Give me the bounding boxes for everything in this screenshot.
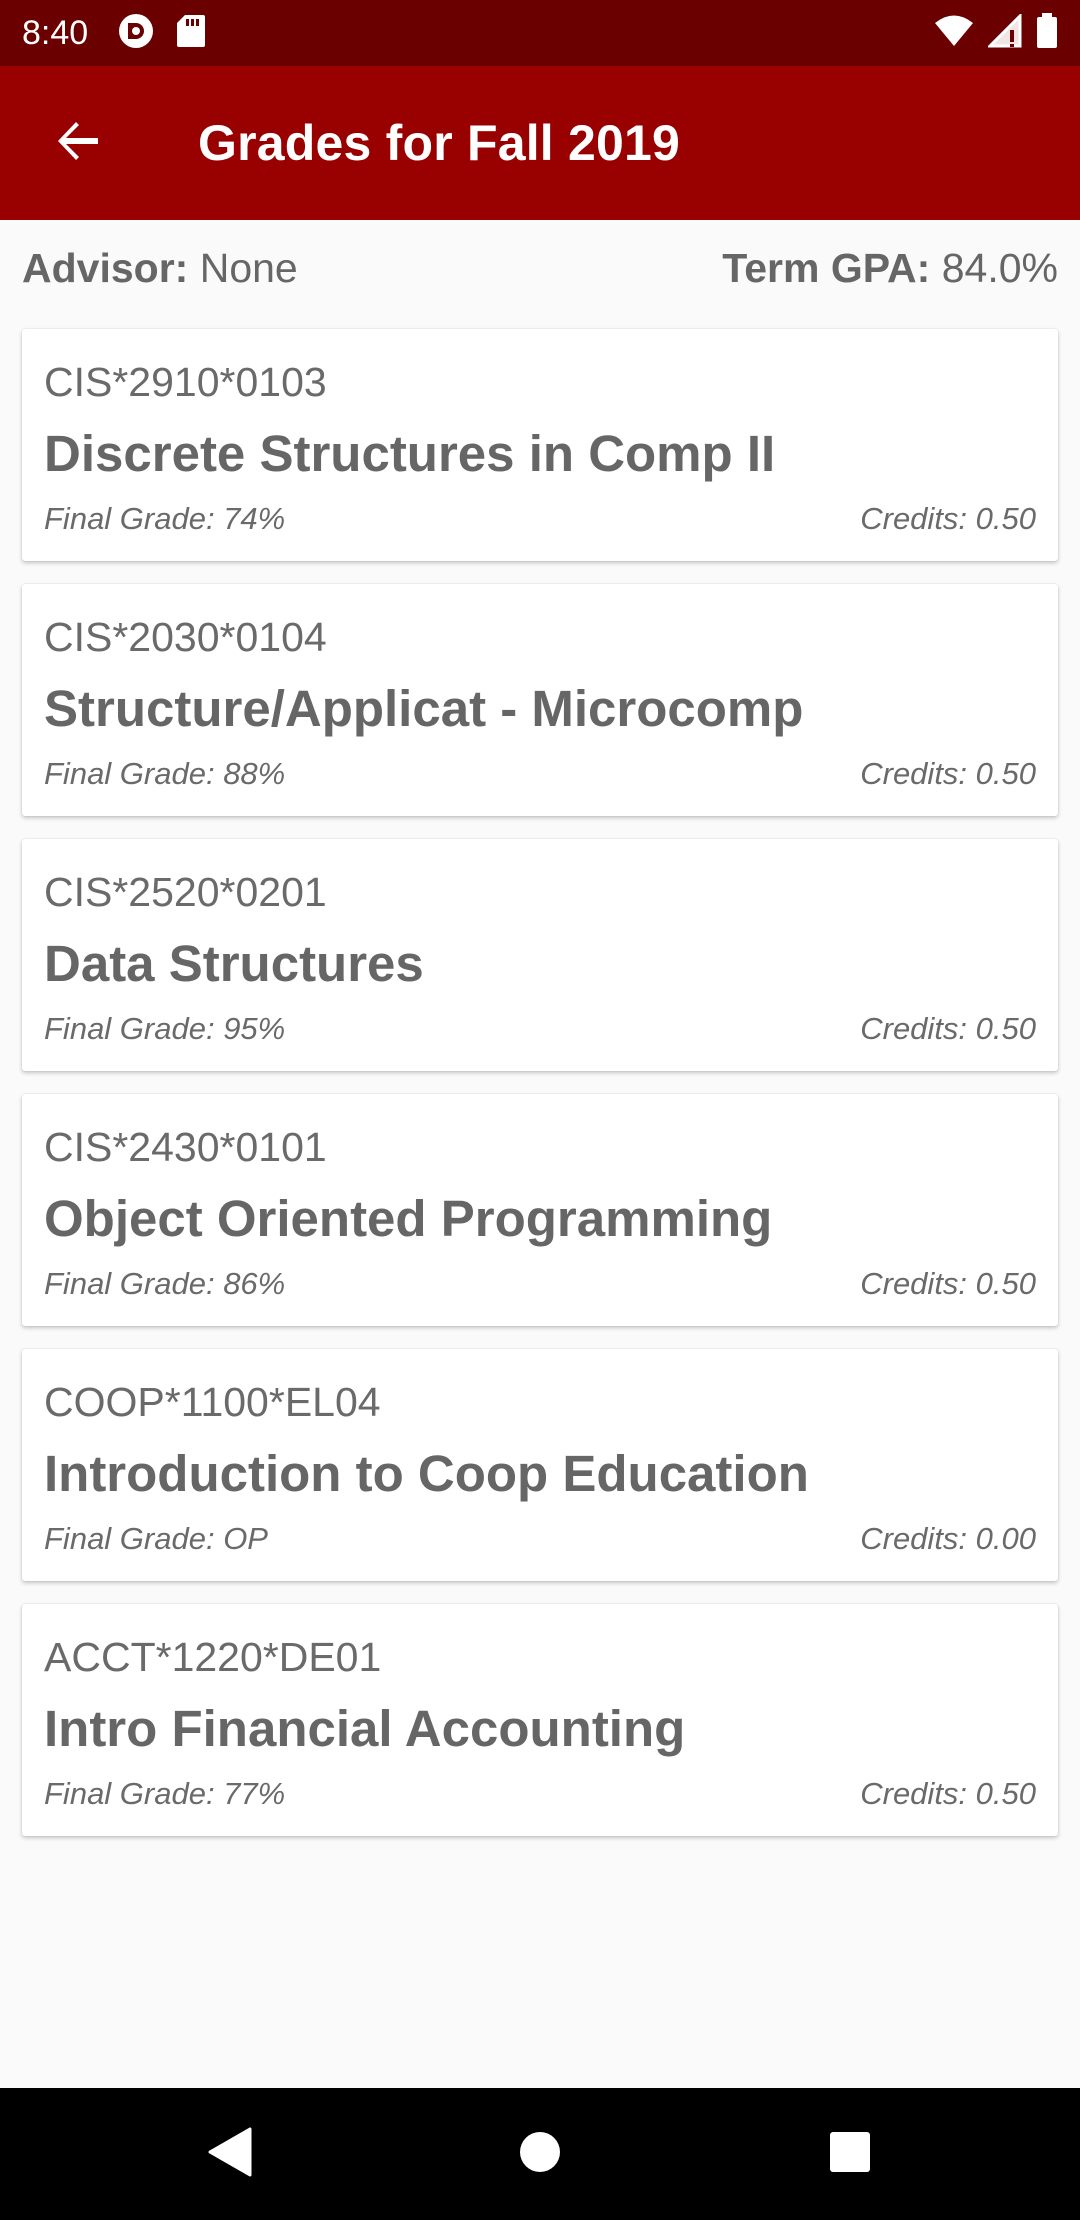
sd-card-icon bbox=[176, 13, 206, 54]
course-card[interactable]: COOP*1100*EL04 Introduction to Coop Educ… bbox=[22, 1349, 1058, 1581]
final-grade: Final Grade: 77% bbox=[44, 1776, 286, 1811]
credits: Credits: 0.50 bbox=[860, 1776, 1036, 1811]
credits: Credits: 0.00 bbox=[860, 1521, 1036, 1556]
course-name: Object Oriented Programming bbox=[44, 1190, 773, 1247]
advisor-label: Advisor: bbox=[22, 244, 189, 291]
page-title: Grades for Fall 2019 bbox=[198, 115, 681, 171]
pocket-casts-icon bbox=[118, 13, 154, 54]
final-grade: Final Grade: 88% bbox=[44, 756, 286, 791]
course-card[interactable]: ACCT*1220*DE01 Intro Financial Accountin… bbox=[22, 1604, 1058, 1836]
back-button[interactable] bbox=[28, 93, 128, 193]
course-code: COOP*1100*EL04 bbox=[44, 1379, 381, 1425]
course-code: CIS*2910*0103 bbox=[44, 359, 327, 405]
course-code: CIS*2520*0201 bbox=[44, 869, 327, 915]
wifi-icon bbox=[934, 14, 974, 53]
final-grade: Final Grade: 74% bbox=[44, 501, 286, 536]
nav-recents-icon bbox=[829, 2131, 871, 2178]
course-name: Introduction to Coop Education bbox=[44, 1445, 809, 1502]
course-card[interactable]: CIS*2520*0201 Data Structures Final Grad… bbox=[22, 839, 1058, 1071]
advisor: Advisor: None bbox=[22, 245, 298, 292]
term-summary: Advisor: None Term GPA: 84.0% bbox=[22, 236, 1058, 300]
cell-signal-icon bbox=[986, 11, 1022, 53]
advisor-value: None bbox=[199, 244, 298, 291]
nav-back-button[interactable] bbox=[170, 2094, 290, 2214]
course-name: Structure/Applicat - Microcomp bbox=[44, 680, 804, 737]
course-code: CIS*2030*0104 bbox=[44, 614, 327, 660]
credits: Credits: 0.50 bbox=[860, 501, 1036, 536]
nav-home-icon bbox=[519, 2131, 561, 2178]
final-grade: Final Grade: OP bbox=[44, 1521, 268, 1556]
course-card[interactable]: CIS*2910*0103 Discrete Structures in Com… bbox=[22, 329, 1058, 561]
credits: Credits: 0.50 bbox=[860, 756, 1036, 791]
gpa-label: Term GPA: bbox=[722, 244, 931, 291]
course-name: Data Structures bbox=[44, 935, 424, 992]
battery-icon bbox=[1036, 12, 1058, 54]
nav-recents-button[interactable] bbox=[790, 2094, 910, 2214]
credits: Credits: 0.50 bbox=[860, 1011, 1036, 1046]
app-bar: Grades for Fall 2019 bbox=[0, 66, 1080, 220]
credits: Credits: 0.50 bbox=[860, 1266, 1036, 1301]
course-name: Intro Financial Accounting bbox=[44, 1700, 686, 1757]
system-nav-bar bbox=[0, 2088, 1080, 2220]
final-grade: Final Grade: 95% bbox=[44, 1011, 286, 1046]
status-bar: 8:40 bbox=[0, 0, 1080, 66]
term-gpa: Term GPA: 84.0% bbox=[722, 245, 1058, 292]
course-name: Discrete Structures in Comp II bbox=[44, 425, 776, 482]
nav-back-icon bbox=[208, 2127, 252, 2182]
course-code: CIS*2430*0101 bbox=[44, 1124, 327, 1170]
gpa-value: 84.0% bbox=[941, 244, 1058, 291]
course-card[interactable]: CIS*2030*0104 Structure/Applicat - Micro… bbox=[22, 584, 1058, 816]
status-time: 8:40 bbox=[22, 13, 89, 52]
course-card[interactable]: CIS*2430*0101 Object Oriented Programmin… bbox=[22, 1094, 1058, 1326]
arrow-left-icon bbox=[54, 117, 102, 170]
final-grade: Final Grade: 86% bbox=[44, 1266, 286, 1301]
course-code: ACCT*1220*DE01 bbox=[44, 1634, 382, 1680]
course-list: CIS*2910*0103 Discrete Structures in Com… bbox=[22, 329, 1058, 1859]
nav-home-button[interactable] bbox=[480, 2094, 600, 2214]
